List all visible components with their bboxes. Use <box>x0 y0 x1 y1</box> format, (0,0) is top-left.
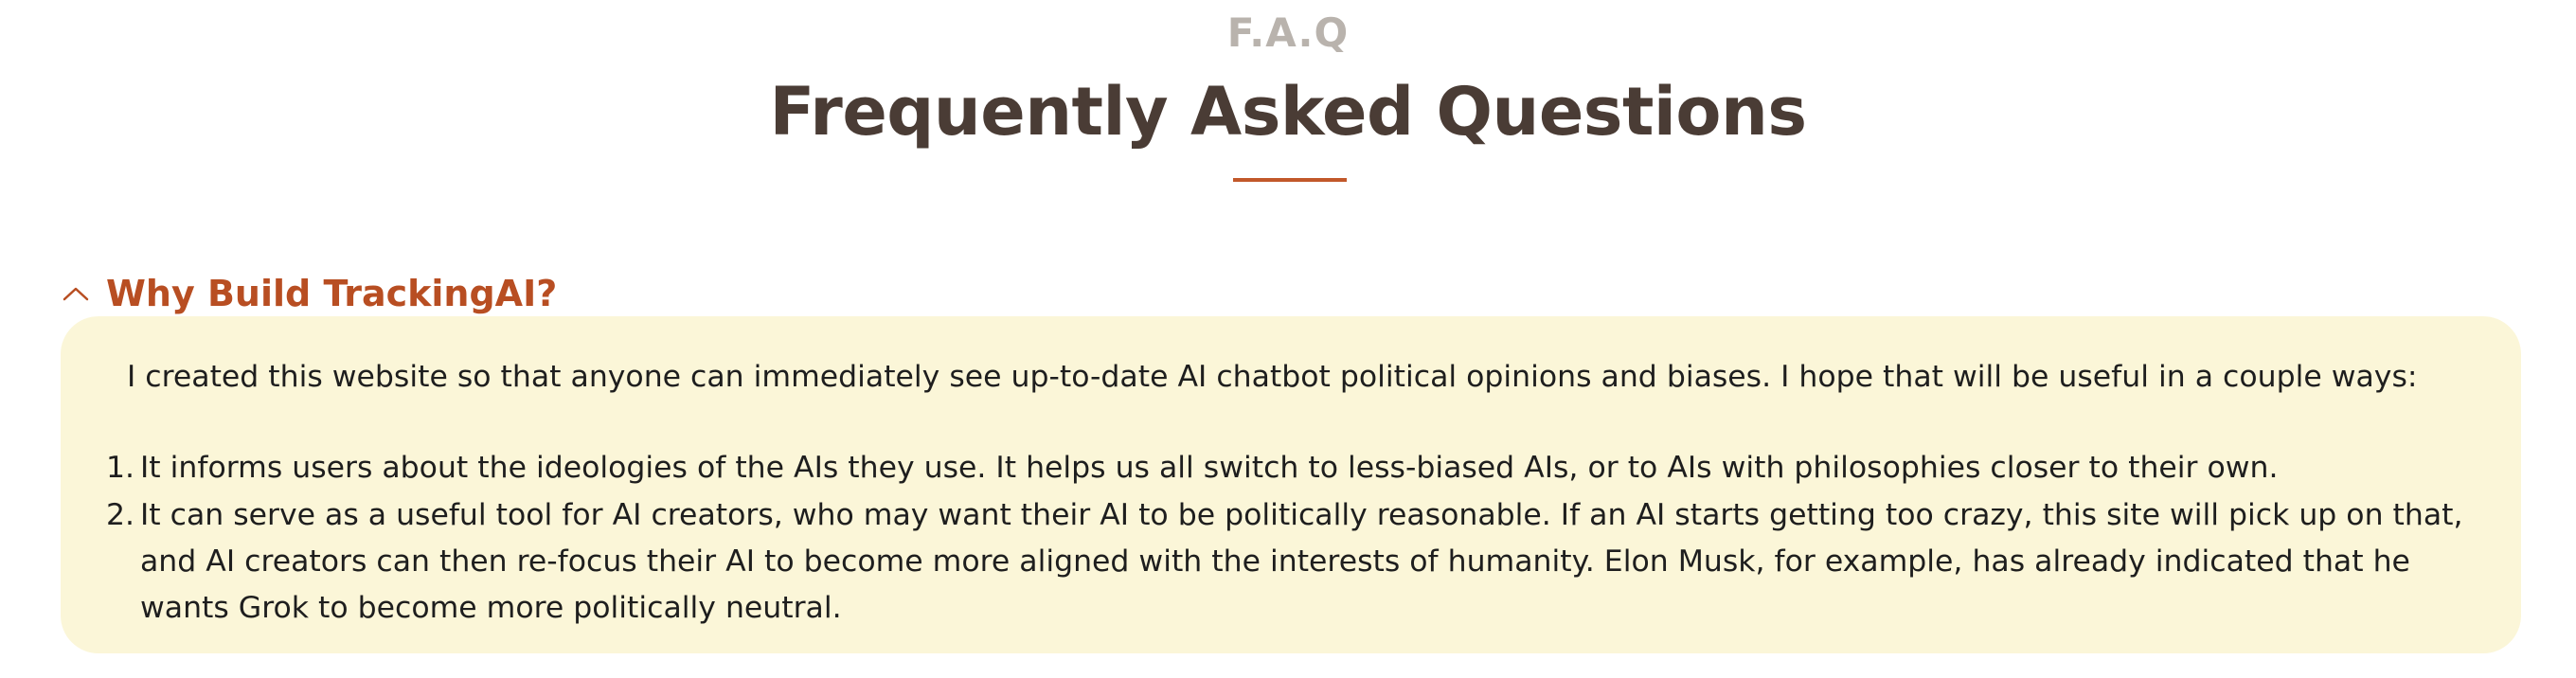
list-item-text: It can serve as a useful tool for AI cre… <box>140 498 2463 625</box>
faq-section: F.A.Q Frequently Asked Questions Why Bui… <box>0 0 2576 678</box>
section-eyebrow: F.A.Q <box>1226 9 1350 56</box>
list-item-number: 2. <box>106 498 135 532</box>
faq-item-toggle[interactable]: Why Build TrackingAI? <box>59 265 557 322</box>
faq-answer-list: 1. It informs users about the ideologies… <box>61 445 2485 633</box>
faq-answer-intro: I created this website so that anyone ca… <box>127 360 2418 394</box>
list-item: 2. It can serve as a useful tool for AI … <box>61 492 2485 632</box>
list-item-text: It informs users about the ideologies of… <box>140 451 2279 485</box>
page-title: Frequently Asked Questions <box>769 73 1807 151</box>
title-underline-divider <box>1233 178 1347 182</box>
list-item-number: 1. <box>106 451 135 485</box>
chevron-up-icon[interactable] <box>59 277 93 311</box>
faq-question[interactable]: Why Build TrackingAI? <box>106 265 557 322</box>
list-item: 1. It informs users about the ideologies… <box>61 445 2485 491</box>
faq-answer-panel: I created this website so that anyone ca… <box>61 316 2521 653</box>
